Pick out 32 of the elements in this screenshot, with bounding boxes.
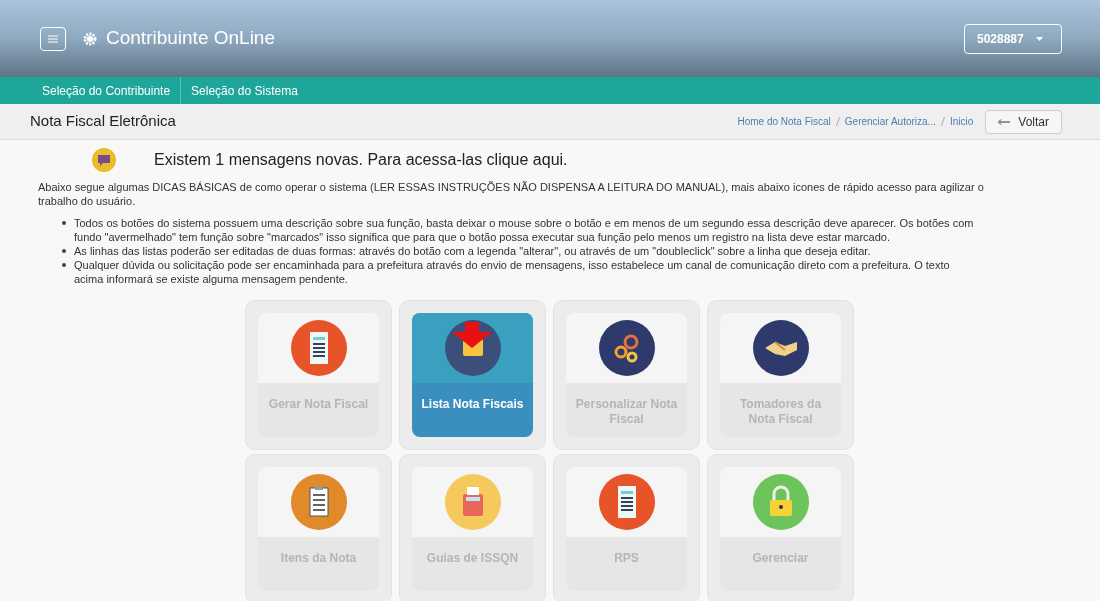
breadcrumb-link[interactable]: Home do Nota Fiscal [737, 114, 831, 129]
menu-icon [48, 34, 58, 43]
breadcrumb-link[interactable]: Gerenciar Autoriza... [844, 114, 936, 129]
breadcrumb-separator-icon [940, 117, 945, 126]
bullet-icon [62, 249, 66, 253]
breadcrumb-link[interactable]: Inicio [949, 114, 974, 129]
page-title: Nota Fiscal Eletrônica [30, 111, 176, 132]
chat-bubble-icon [92, 148, 116, 172]
breadcrumb-separator-icon [835, 117, 840, 126]
caret-icon [1035, 36, 1043, 41]
intro-paragraph: Abaixo segue algumas DICAS BÁSICAS de como operar o sistema (LER ESSAS INSTRUÇÕES NÃO DISPENSA A LEITURA DO MANUAL), mais abaixo icones de rápido acesso para agilizar o trabalho do usuário. [38, 180, 985, 208]
clipboard-icon [290, 474, 347, 530]
bullet-icon [62, 263, 66, 267]
tip-text: Qualquer dúvida ou solicitação pode ser encaminhada para a prefeitura através do envio de mensagens, isso estabelece um canal de comunicação direto com a prefeitura. O texto acima informará se existe alguma mensagem pendente. [74, 258, 951, 286]
tip-text: As linhas das listas poderão ser editadas de duas formas: através do botão com a legenda "alterar", ou através de um "doubleclick" sobre a linha que deseja editar. [74, 244, 871, 258]
back-button[interactable]: Voltar [985, 109, 1062, 134]
left-arrow-icon [998, 118, 1011, 125]
gears-icon [598, 320, 655, 376]
app-title: Contribuinte OnLine [106, 26, 275, 51]
shortcut-tile[interactable]: Lista Nota Fiscais [412, 313, 533, 437]
down-arrow-icon [452, 322, 492, 348]
user-dropdown[interactable]: 5028887 [964, 23, 1062, 54]
menu-button[interactable] [40, 26, 66, 51]
padlock-icon [752, 474, 809, 530]
calculator-icon [444, 474, 501, 530]
tip-text: Todos os botões do sistema possuem uma descrição sobre sua função, basta deixar o mouse sobre o botão e em menos de um segundo essa descrição deve aparecer. Os botões com fundo "avermelhado" tem função sobre "marcados" isso significa que para que o botão possa executar sua função pelo menos um registro na lista deve estar marcado. [74, 216, 975, 244]
settings-icon [82, 30, 98, 47]
nav-link[interactable]: Seleção do Sistema [181, 77, 308, 104]
messages-link[interactable]: Existem 1 mensagens novas. Para acessa-las clique aqui. [154, 148, 568, 172]
receipt-icon [598, 474, 655, 530]
receipt-icon [290, 320, 347, 376]
bullet-icon [62, 221, 66, 225]
